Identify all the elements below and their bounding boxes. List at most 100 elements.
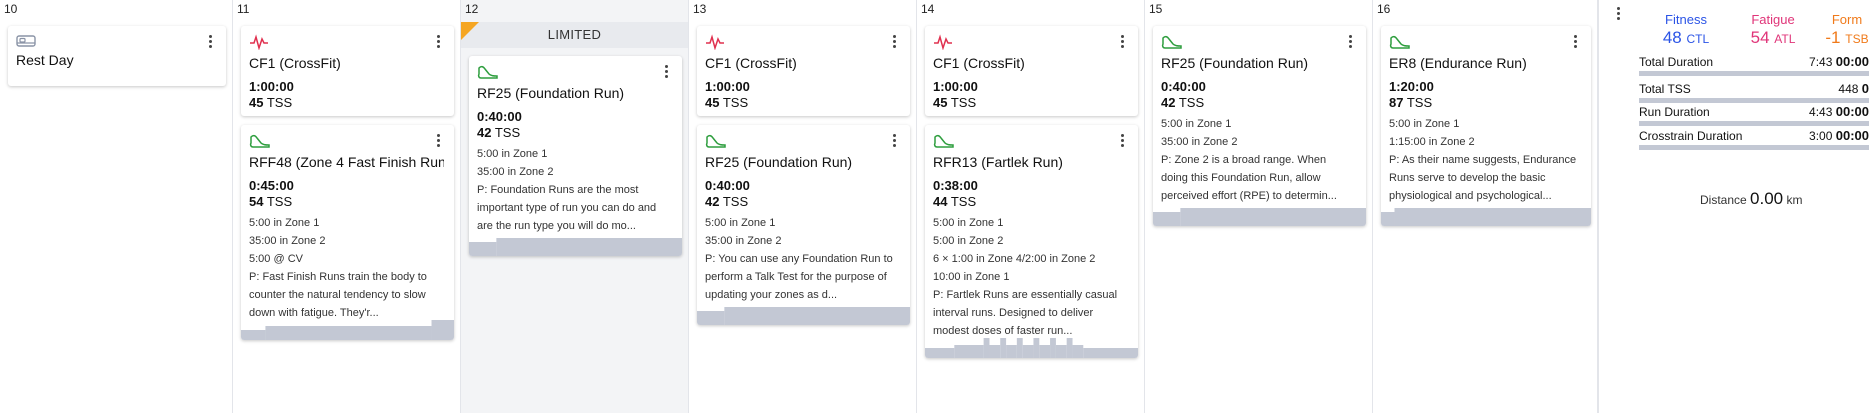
card-menu-icon[interactable] [1344, 34, 1356, 50]
summary-row-label: Total TSS [1639, 82, 1691, 96]
workout-duration: 0:45:00 [249, 178, 294, 193]
workout-description: P: You can use any Foundation Run to per… [705, 253, 893, 301]
workout-duration: 0:40:00 [477, 109, 522, 124]
rest-day-card[interactable]: Rest Day [8, 26, 226, 86]
workout-tss: 45 TSS [249, 95, 293, 110]
workout-card-rf25[interactable]: RF25 (Foundation Run) 0:40:00 42 TSS 5:0… [469, 56, 682, 256]
fitness-value: 48 CTL [1662, 28, 1710, 47]
day-column-10[interactable]: 10 Rest Day [0, 0, 233, 413]
card-menu-icon[interactable] [432, 133, 444, 149]
summary-row-value: 448 0 [1838, 81, 1869, 96]
workout-description: P: Fast Finish Runs train the body to co… [249, 271, 427, 319]
workout-title: CF1 (CrossFit) [705, 55, 797, 71]
workout-duration: 0:40:00 [1161, 79, 1206, 94]
workout-card-rf25[interactable]: RF25 (Foundation Run) 0:40:00 42 TSS 5:0… [697, 125, 910, 325]
day-number: 14 [921, 2, 935, 16]
workout-step: 35:00 in Zone 2 [249, 235, 326, 247]
card-menu-icon[interactable] [1569, 34, 1581, 50]
summary-progress-bar [1639, 71, 1869, 76]
distance-label: Distance [1700, 193, 1747, 207]
distance-unit: km [1786, 193, 1803, 207]
card-menu-icon[interactable] [1116, 34, 1128, 50]
workout-card-cf1[interactable]: CF1 (CrossFit) 1:00:00 45 TSS [241, 26, 454, 116]
workout-step: 5:00 in Zone 1 [705, 217, 776, 229]
crossfit-icon [933, 34, 953, 51]
form-label: Form [1831, 12, 1863, 27]
workout-step: 6 × 1:00 in Zone 4/2:00 in Zone 2 [933, 253, 1096, 265]
crosstrain-duration-row: Crosstrain Duration 3:00 00:00 [1639, 127, 1869, 150]
workout-card-er8[interactable]: ER8 (Endurance Run) 1:20:00 87 TSS 5:00 … [1381, 26, 1591, 226]
workout-card-rf25[interactable]: RF25 (Foundation Run) 0:40:00 42 TSS 5:0… [1153, 26, 1366, 226]
summary-progress-bar [1639, 121, 1869, 126]
bed-icon [16, 34, 36, 50]
workout-steps: 5:00 in Zone 1 5:00 in Zone 2 6 × 1:00 i… [933, 214, 1126, 286]
workout-card-rff48[interactable]: RFF48 (Zone 4 Fast Finish Run) 0:45:00 5… [241, 125, 454, 340]
limited-flag-icon [461, 22, 479, 40]
day-number: 15 [1149, 2, 1163, 16]
crossfit-icon [249, 34, 269, 51]
day-number: 10 [4, 2, 18, 16]
day-column-15[interactable]: 15 RF25 (Foundation Run) 0:40:00 42 TSS … [1145, 0, 1373, 413]
workout-title: RF25 (Foundation Run) [477, 85, 625, 101]
workout-duration: 1:00:00 [705, 79, 750, 94]
workout-card-cf1[interactable]: CF1 (CrossFit) 1:00:00 45 TSS [925, 26, 1138, 116]
summary-row-label: Crosstrain Duration [1639, 129, 1743, 143]
workout-steps: 5:00 in Zone 1 1:15:00 in Zone 2 [1389, 115, 1579, 151]
workout-step: 35:00 in Zone 2 [705, 235, 782, 247]
run-shoe-icon [705, 133, 726, 149]
workout-intensity-graph [241, 320, 454, 340]
workout-title: RFF48 (Zone 4 Fast Finish Run) [249, 154, 444, 170]
card-menu-icon[interactable] [1116, 133, 1128, 149]
day-column-12[interactable]: 12 LIMITED RF25 (Foundation Run) 0:40:00… [461, 0, 689, 413]
workout-step: 5:00 in Zone 1 [477, 148, 548, 160]
workout-intensity-graph [1381, 206, 1591, 226]
card-menu-icon[interactable] [660, 64, 672, 80]
day-column-11[interactable]: 11 CF1 (CrossFit) 1:00:00 45 TSS RFF48 (… [233, 0, 461, 413]
workout-tss: 42 TSS [1161, 95, 1205, 110]
workout-description: P: Foundation Runs are the most importan… [477, 184, 657, 232]
workout-duration: 1:20:00 [1389, 79, 1434, 94]
card-menu-icon[interactable] [888, 34, 900, 50]
workout-step: 5:00 in Zone 1 [249, 217, 320, 229]
workout-card-cf1[interactable]: CF1 (CrossFit) 1:00:00 45 TSS [697, 26, 910, 116]
summary-row-label: Total Duration [1639, 55, 1714, 69]
run-shoe-icon [477, 64, 498, 80]
day-column-16[interactable]: 16 ER8 (Endurance Run) 1:20:00 87 TSS 5:… [1373, 0, 1598, 413]
workout-tss: 87 TSS [1389, 95, 1433, 110]
summary-progress-bar [1639, 145, 1869, 150]
workout-title: ER8 (Endurance Run) [1389, 55, 1527, 71]
workout-step: 5:00 in Zone 1 [1389, 118, 1460, 130]
workout-tss: 42 TSS [477, 125, 521, 140]
limited-banner: LIMITED [461, 22, 688, 48]
fitness-label: Fitness [1665, 12, 1707, 27]
workout-step: 5:00 in Zone 2 [933, 235, 1004, 247]
card-menu-icon[interactable] [888, 133, 900, 149]
workout-steps: 5:00 in Zone 1 35:00 in Zone 2 [705, 214, 898, 250]
workout-duration: 0:38:00 [933, 178, 978, 193]
day-number: 11 [237, 2, 250, 16]
fitness-metric: Fitness 48 CTL [1651, 12, 1721, 49]
fatigue-value: 54 ATL [1750, 28, 1796, 47]
workout-step: 5:00 in Zone 1 [1161, 118, 1232, 130]
rest-day-title: Rest Day [16, 52, 74, 68]
run-shoe-icon [933, 133, 954, 149]
form-value: -1 TSB [1825, 28, 1869, 47]
run-shoe-icon [249, 133, 270, 149]
workout-duration: 1:00:00 [933, 79, 978, 94]
card-menu-icon[interactable] [432, 34, 444, 50]
fatigue-metric: Fatigue 54 ATL [1737, 12, 1809, 49]
run-duration-row: Run Duration 4:43 00:00 [1639, 103, 1869, 126]
distance-summary: Distance 0.00 km [1700, 189, 1802, 209]
distance-value: 0.00 [1750, 189, 1784, 208]
workout-title: RF25 (Foundation Run) [705, 154, 853, 170]
day-number: 12 [465, 2, 479, 16]
card-menu-icon[interactable] [204, 34, 216, 50]
summary-row-label: Run Duration [1639, 105, 1710, 119]
workout-step: 10:00 in Zone 1 [933, 271, 1010, 283]
summary-row-value: 3:00 00:00 [1809, 128, 1869, 143]
workout-card-rfr13[interactable]: RFR13 (Fartlek Run) 0:38:00 44 TSS 5:00 … [925, 125, 1138, 358]
day-column-13[interactable]: 13 CF1 (CrossFit) 1:00:00 45 TSS RF25 (F… [689, 0, 917, 413]
workout-step: 35:00 in Zone 2 [477, 166, 554, 178]
day-column-14[interactable]: 14 CF1 (CrossFit) 1:00:00 45 TSS RFR13 (… [917, 0, 1145, 413]
run-shoe-icon [1389, 34, 1410, 50]
